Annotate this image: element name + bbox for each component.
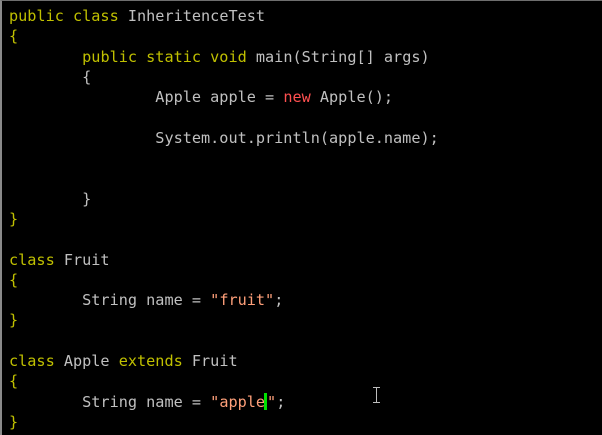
code-token: " [267, 392, 277, 411]
code-token: public static void [82, 47, 247, 66]
code-token: Apple(); [310, 88, 394, 107]
code-line[interactable]: { [9, 270, 599, 290]
code-token: InheritenceTest [118, 7, 266, 25]
code-token: { [9, 27, 19, 46]
code-token: Apple [54, 352, 119, 371]
code-token: String name = [9, 291, 211, 310]
code-line[interactable]: public static void main(String[] args) [9, 47, 599, 67]
code-line[interactable]: class Fruit [9, 250, 599, 270]
code-token: System.out.println(apple.name); [9, 128, 439, 147]
code-token: } [9, 189, 92, 208]
code-line[interactable]: class Apple extends Fruit [9, 351, 599, 371]
code-token: String name = [9, 392, 211, 411]
code-line[interactable]: Apple apple = new Apple(); [9, 87, 599, 107]
code-line[interactable]: } [9, 412, 599, 432]
code-line[interactable]: String name = "fruit"; [9, 290, 599, 310]
code-line[interactable]: } [9, 189, 599, 209]
code-editor[interactable]: public class InheritenceTest{ public sta… [0, 0, 602, 435]
code-line[interactable]: { [9, 67, 599, 87]
code-token: class [9, 352, 55, 371]
code-line[interactable]: { [9, 26, 599, 46]
code-line[interactable]: { [9, 371, 599, 391]
code-line[interactable]: public class InheritenceTest [9, 6, 599, 26]
code-token: } [9, 209, 19, 228]
code-text-area[interactable]: public class InheritenceTest{ public sta… [9, 6, 599, 432]
code-token: public class [9, 7, 119, 25]
code-line[interactable] [9, 229, 599, 249]
code-token: extends [118, 352, 183, 371]
code-token: "fruit" [210, 291, 275, 310]
code-token: class [9, 250, 55, 269]
code-token: new [283, 88, 311, 107]
code-line[interactable]: String name = "apple "; [9, 392, 599, 412]
code-token: ; [276, 392, 286, 411]
code-token: } [9, 412, 19, 431]
code-token: ; [274, 291, 284, 310]
code-line[interactable]: System.out.println(apple.name); [9, 128, 599, 148]
code-line[interactable] [9, 107, 599, 127]
code-line[interactable]: } [9, 310, 599, 330]
code-token: main(String[] args) [246, 47, 430, 66]
text-cursor-ibeam-icon [373, 387, 380, 403]
code-token: } [9, 311, 19, 330]
code-line[interactable] [9, 168, 599, 188]
code-line[interactable]: } [9, 209, 599, 229]
code-token: "apple [210, 392, 266, 411]
code-line[interactable] [9, 148, 599, 168]
code-line[interactable] [9, 331, 599, 351]
code-token: Apple apple = [9, 88, 284, 107]
code-token: { [9, 67, 92, 86]
code-token: Fruit [182, 352, 238, 371]
code-token: { [9, 372, 19, 391]
code-token: Fruit [54, 250, 110, 269]
code-token: { [9, 270, 19, 289]
